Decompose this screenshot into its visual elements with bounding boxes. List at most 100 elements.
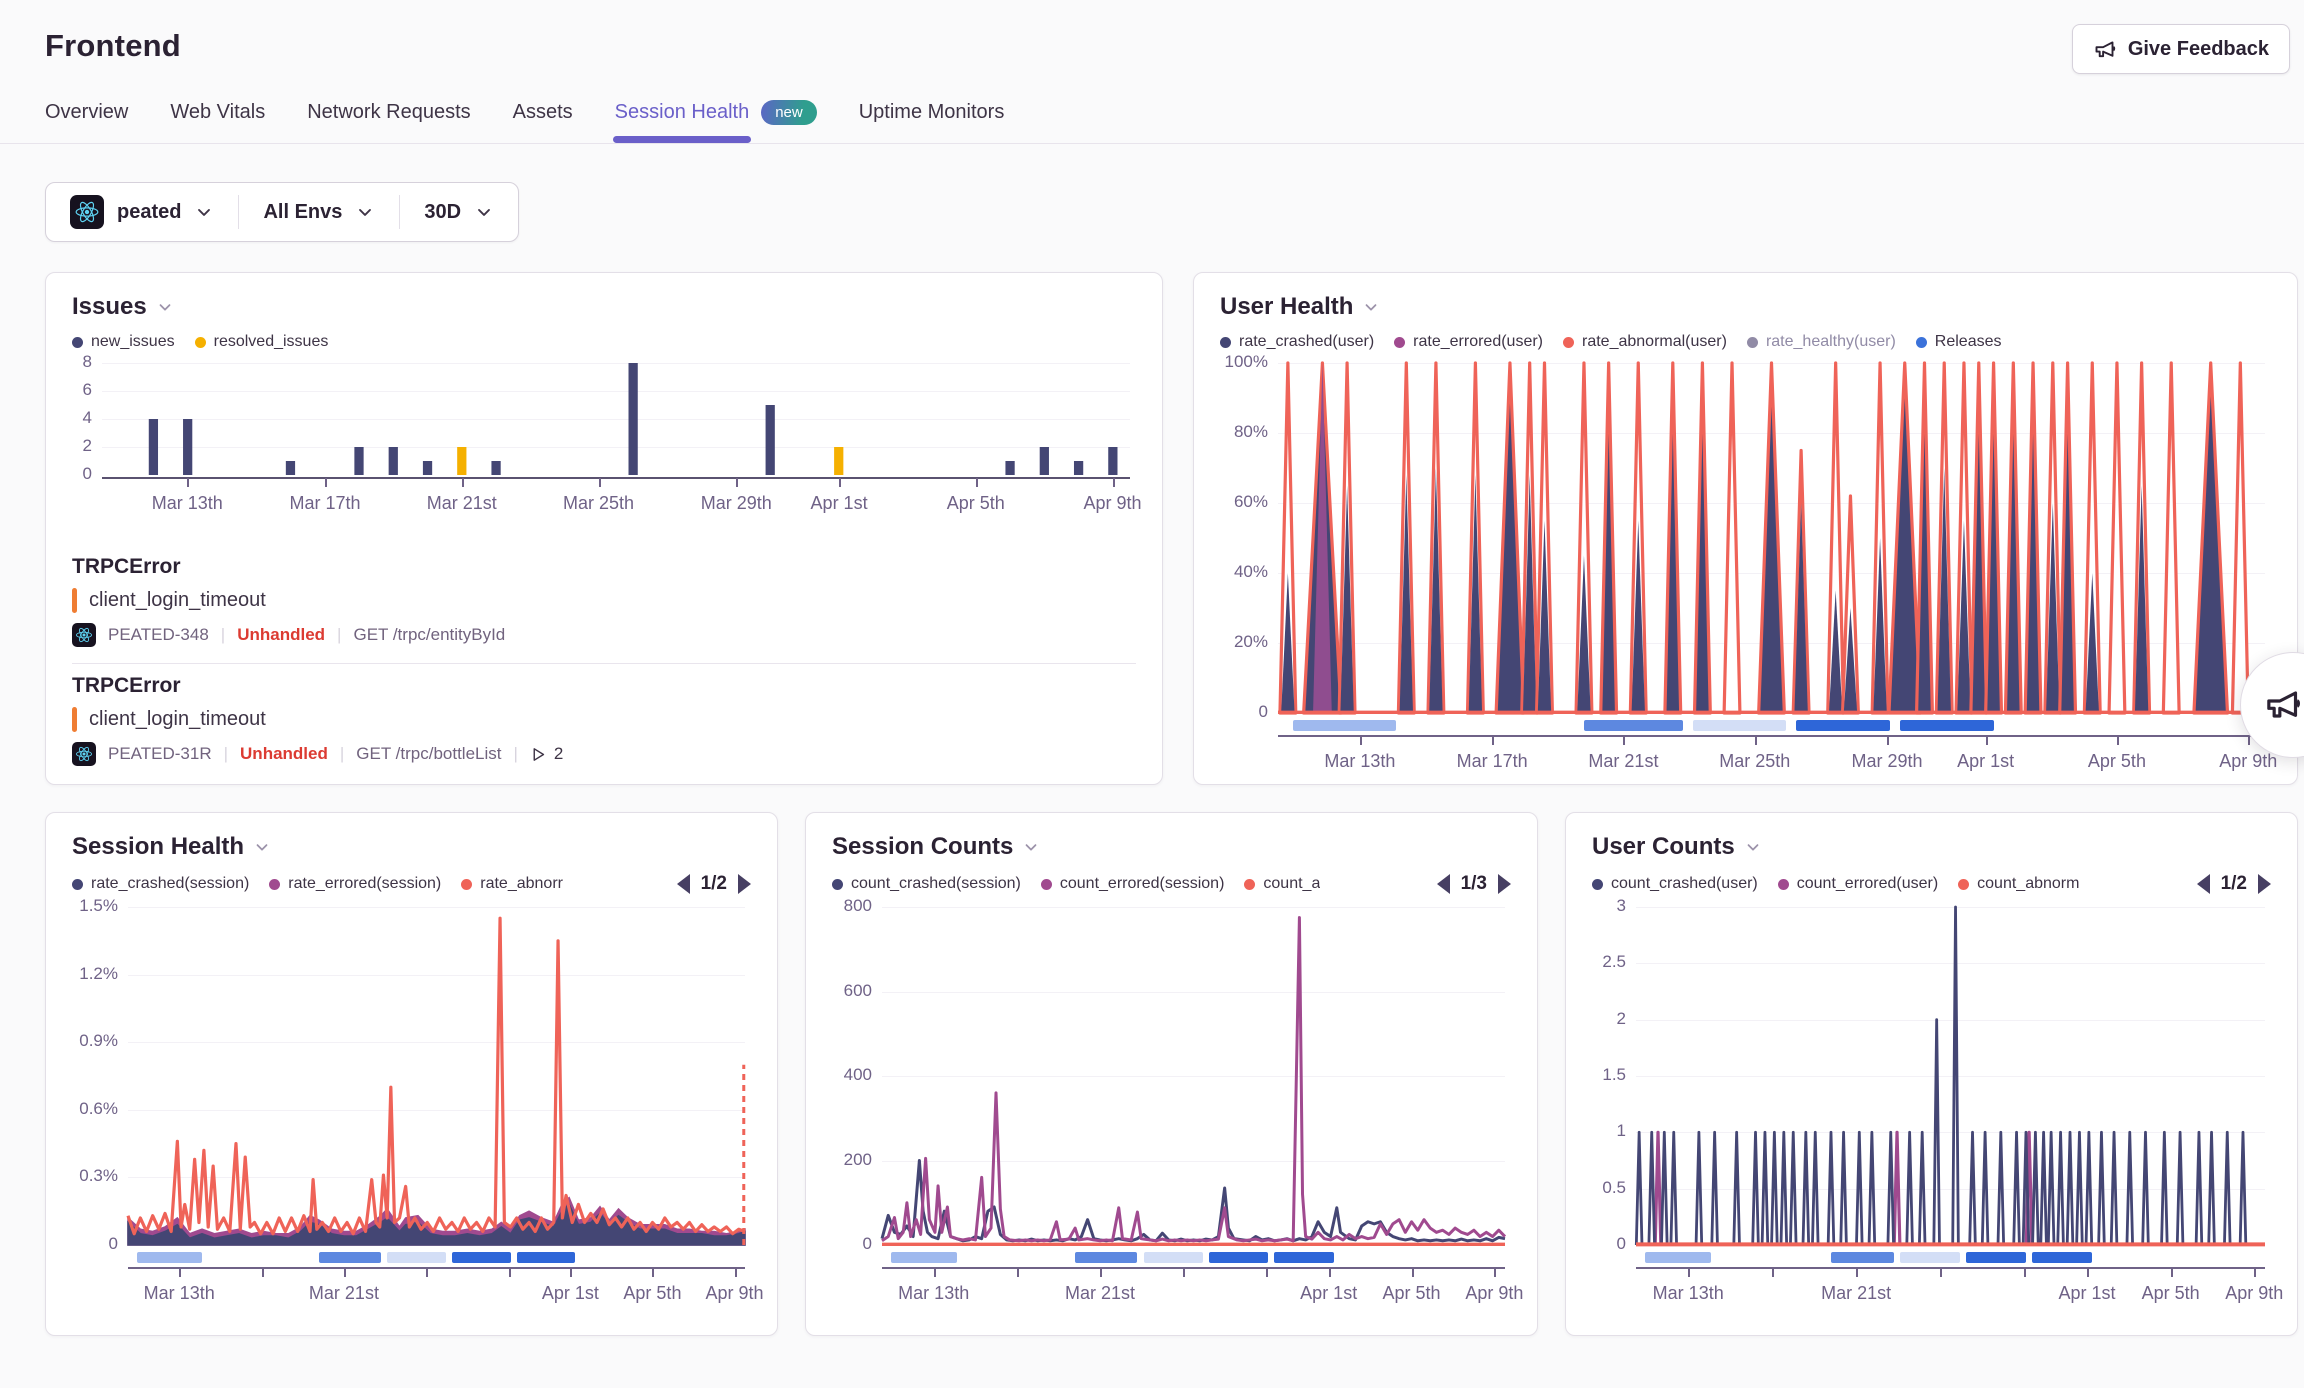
legend-item-count-errored-session[interactable]: count_errored(session) bbox=[1041, 875, 1225, 893]
legend-dot bbox=[1041, 879, 1052, 890]
release-bar[interactable] bbox=[1075, 1252, 1137, 1263]
x-axis-label: Mar 13th bbox=[144, 1283, 215, 1304]
y-axis-label: 0.6% bbox=[72, 1099, 118, 1119]
issues-chart[interactable]: 02468Mar 13thMar 17thMar 21stMar 25thMar… bbox=[72, 355, 1136, 531]
page-indicator: 1/2 bbox=[701, 873, 727, 895]
release-bar[interactable] bbox=[1966, 1252, 2026, 1263]
x-axis-label: Apr 9th bbox=[2225, 1283, 2283, 1304]
tab-web-vitals[interactable]: Web Vitals bbox=[170, 90, 265, 143]
release-bar[interactable] bbox=[1796, 720, 1890, 731]
session-health-chart[interactable]: 00.3%0.6%0.9%1.2%1.5%Mar 13thMar 21stApr… bbox=[72, 899, 751, 1317]
release-bar[interactable] bbox=[1209, 1252, 1268, 1263]
user-health-panel: User Health rate_crashed(user) rate_error… bbox=[1193, 272, 2298, 785]
chevron-down-icon bbox=[355, 202, 375, 222]
legend-item-count-abnorm[interactable]: count_abnorm bbox=[1958, 875, 2079, 893]
release-bar[interactable] bbox=[452, 1252, 511, 1263]
user-health-chart[interactable]: 020%40%60%80%100%Mar 13thMar 17thMar 21s… bbox=[1220, 355, 2271, 785]
y-axis-label: 40% bbox=[1220, 562, 1268, 582]
x-axis-label: Mar 21st bbox=[1821, 1283, 1891, 1304]
page-title: Frontend bbox=[45, 28, 181, 64]
session-health-panel: Session Health rate_crashed(session) rate… bbox=[45, 812, 778, 1336]
y-axis-label: 2 bbox=[1592, 1009, 1626, 1029]
issue-error-type: TRPCError bbox=[72, 555, 1136, 579]
legend-item-rate-crashed-user[interactable]: rate_crashed(user) bbox=[1220, 333, 1374, 351]
legend-item-rate-abnorr[interactable]: rate_abnorr bbox=[461, 875, 563, 893]
issues-panel-title[interactable]: Issues bbox=[72, 293, 1136, 321]
tab-overview[interactable]: Overview bbox=[45, 90, 128, 143]
next-page-arrow[interactable] bbox=[1498, 874, 1511, 894]
legend-item-rate-abnormal-user[interactable]: rate_abnormal(user) bbox=[1563, 333, 1727, 351]
chevron-down-icon bbox=[1362, 298, 1380, 316]
next-page-arrow[interactable] bbox=[2258, 874, 2271, 894]
x-axis-label: Apr 9th bbox=[705, 1283, 763, 1304]
y-axis-label: 3 bbox=[1592, 896, 1626, 916]
legend-item-count-crashed-user[interactable]: count_crashed(user) bbox=[1592, 875, 1758, 893]
release-bar[interactable] bbox=[1293, 720, 1397, 731]
session-counts-panel-title[interactable]: Session Counts bbox=[832, 833, 1511, 861]
release-bar[interactable] bbox=[1584, 720, 1683, 731]
tab-label: Web Vitals bbox=[170, 101, 265, 124]
session-counts-chart[interactable]: 0200400600800Mar 13thMar 21stApr 1stApr … bbox=[832, 899, 1511, 1317]
release-bar[interactable] bbox=[1693, 720, 1787, 731]
y-axis-label: 0 bbox=[1592, 1234, 1626, 1254]
legend-item-rate-healthy-user[interactable]: rate_healthy(user) bbox=[1747, 333, 1896, 351]
legend-dot bbox=[1916, 337, 1927, 348]
give-feedback-button[interactable]: Give Feedback bbox=[2072, 24, 2290, 74]
y-axis-label: 0.3% bbox=[72, 1166, 118, 1186]
user-counts-panel-title[interactable]: User Counts bbox=[1592, 833, 2271, 861]
release-bar[interactable] bbox=[137, 1252, 202, 1263]
environment-selector[interactable]: All Envs bbox=[239, 183, 399, 241]
tab-uptime-monitors[interactable]: Uptime Monitors bbox=[859, 90, 1005, 143]
release-bar[interactable] bbox=[517, 1252, 576, 1263]
user-health-panel-title[interactable]: User Health bbox=[1220, 293, 2271, 321]
issue-culprit-text: client_login_timeout bbox=[89, 708, 266, 731]
x-axis bbox=[128, 1267, 745, 1269]
prev-page-arrow[interactable] bbox=[1437, 874, 1450, 894]
tab-session-health[interactable]: Session Healthnew bbox=[615, 90, 817, 143]
y-axis-label: 0 bbox=[832, 1234, 872, 1254]
project-selector[interactable]: peated bbox=[46, 183, 238, 241]
x-axis-label: Mar 29th bbox=[701, 493, 772, 514]
release-bar[interactable] bbox=[1900, 720, 1994, 731]
user-counts-legend: count_crashed(user) count_errored(user) co… bbox=[1592, 873, 2271, 895]
chevron-down-icon bbox=[194, 202, 214, 222]
x-axis-label: Mar 13th bbox=[1324, 751, 1395, 772]
x-axis-label: Mar 13th bbox=[898, 1283, 969, 1304]
release-bar[interactable] bbox=[2032, 1252, 2092, 1263]
issue-error-type: TRPCError bbox=[72, 674, 1136, 698]
legend-dot bbox=[269, 879, 280, 890]
page-indicator: 1/3 bbox=[1461, 873, 1487, 895]
tab-network-requests[interactable]: Network Requests bbox=[307, 90, 470, 143]
legend-item-count-errored-user[interactable]: count_errored(user) bbox=[1778, 875, 1938, 893]
legend-item-rate-errored-user[interactable]: rate_errored(user) bbox=[1394, 333, 1543, 351]
issues-panel: Issues new_issues resolved_issues 02468Ma… bbox=[45, 272, 1163, 785]
legend-item-rate-errored-session[interactable]: rate_errored(session) bbox=[269, 875, 441, 893]
user-counts-chart[interactable]: 00.511.522.53Mar 13thMar 21stApr 1stApr … bbox=[1592, 899, 2271, 1317]
x-axis-label: Mar 21st bbox=[309, 1283, 379, 1304]
legend-item-resolved-issues[interactable]: resolved_issues bbox=[195, 333, 329, 351]
prev-page-arrow[interactable] bbox=[2197, 874, 2210, 894]
release-bar[interactable] bbox=[319, 1252, 381, 1263]
release-bar[interactable] bbox=[1645, 1252, 1711, 1263]
release-bar[interactable] bbox=[1274, 1252, 1333, 1263]
prev-page-arrow[interactable] bbox=[677, 874, 690, 894]
legend-item-count-a[interactable]: count_a bbox=[1244, 875, 1320, 893]
release-bar[interactable] bbox=[1831, 1252, 1894, 1263]
tab-assets[interactable]: Assets bbox=[513, 90, 573, 143]
legend-item-new-issues[interactable]: new_issues bbox=[72, 333, 175, 351]
legend-item-releases[interactable]: Releases bbox=[1916, 333, 2002, 351]
release-bar[interactable] bbox=[891, 1252, 956, 1263]
release-bar[interactable] bbox=[1900, 1252, 1960, 1263]
legend-item-rate-crashed-session[interactable]: rate_crashed(session) bbox=[72, 875, 249, 893]
date-range-selector[interactable]: 30D bbox=[400, 183, 518, 241]
issue-row[interactable]: TRPCErrorclient_login_timeoutPEATED-31R|… bbox=[72, 663, 1136, 782]
session-health-panel-title[interactable]: Session Health bbox=[72, 833, 751, 861]
issue-row[interactable]: TRPCErrorclient_login_timeoutPEATED-348|… bbox=[72, 545, 1136, 663]
legend-item-count-crashed-session[interactable]: count_crashed(session) bbox=[832, 875, 1021, 893]
next-page-arrow[interactable] bbox=[738, 874, 751, 894]
x-axis-label: Mar 17th bbox=[290, 493, 361, 514]
legend-dot bbox=[1394, 337, 1405, 348]
x-axis-label: Apr 1st bbox=[2058, 1283, 2115, 1304]
release-bar[interactable] bbox=[387, 1252, 446, 1263]
release-bar[interactable] bbox=[1144, 1252, 1203, 1263]
